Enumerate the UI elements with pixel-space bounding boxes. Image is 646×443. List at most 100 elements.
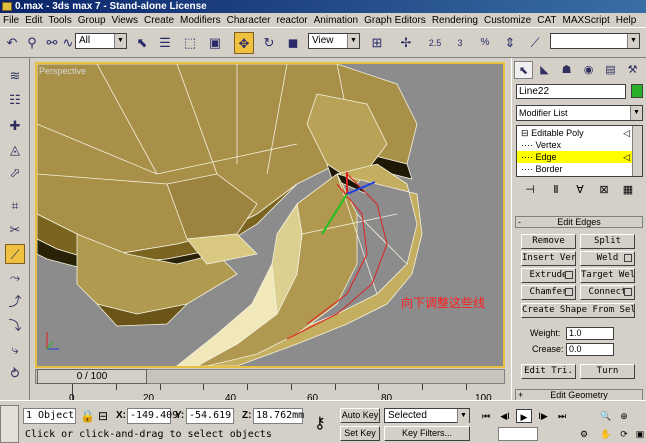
viewport-label[interactable]: Perspective (39, 66, 86, 76)
stack-item-editable-poly[interactable]: ⊟ Editable Poly ◁ (517, 127, 632, 139)
menu-edit[interactable]: Edit (22, 13, 45, 28)
y-coordinate-field[interactable]: -54.619 (186, 408, 234, 424)
select-and-rotate-icon[interactable]: ↻ (259, 32, 279, 54)
menu-help[interactable]: Help (613, 13, 640, 28)
object-name-field[interactable]: Line22 (516, 84, 626, 99)
create-tab-icon[interactable]: ⬉ (514, 61, 533, 79)
make-unique-icon[interactable]: ∀ (572, 182, 588, 198)
select-and-scale-icon[interactable]: ◼ (283, 32, 303, 54)
select-tool-icon[interactable]: ◬ (5, 140, 25, 160)
menu-character[interactable]: Character (224, 13, 274, 28)
menu-group[interactable]: Group (75, 13, 109, 28)
menu-maxscript[interactable]: MAXScript (559, 13, 612, 28)
named-selection-dropdown[interactable]: ▼ (550, 33, 640, 49)
weld-button[interactable]: Weld (580, 251, 635, 266)
x-coordinate-field[interactable]: -149.409 (127, 408, 178, 424)
play-icon[interactable]: ▶ (516, 409, 532, 423)
time-slider-thumb[interactable]: 0 / 100 (37, 369, 147, 384)
layer-stack-icon[interactable]: ☷ (5, 90, 25, 110)
remove-modifier-icon[interactable]: ⊠ (596, 182, 612, 198)
connect-settings-icon[interactable] (624, 288, 632, 296)
go-to-end-icon[interactable]: ⏭ (554, 409, 570, 423)
pin-stack-icon[interactable]: ⊣ (522, 182, 538, 198)
lock-selection-icon[interactable]: 🔒 (80, 409, 95, 423)
paint-select-icon[interactable]: ⬀ (5, 163, 25, 183)
menu-file[interactable]: File (0, 13, 22, 28)
pan-icon[interactable]: ✋ (598, 427, 614, 441)
set-key-button[interactable]: Set Key (340, 426, 380, 441)
modifier-list-dropdown[interactable]: Modifier List ▼ (516, 105, 643, 121)
snap-toggle-icon[interactable]: 2.5 (425, 32, 445, 54)
key-mode-dropdown[interactable]: Selected ▼ (384, 408, 470, 423)
extrude-settings-icon[interactable] (565, 271, 573, 279)
layers-icon[interactable]: ≋ (5, 66, 25, 86)
undo-icon[interactable]: ↶ (2, 32, 22, 54)
menu-reactor[interactable]: reactor (274, 13, 311, 28)
stack-item-border[interactable]: ···· Border (517, 163, 632, 175)
auto-key-button[interactable]: Auto Key (340, 408, 380, 423)
menu-views[interactable]: Views (109, 13, 142, 28)
grid-icon[interactable]: ⌗ (5, 196, 25, 216)
menu-rendering[interactable]: Rendering (429, 13, 481, 28)
chamfer-tool-icon[interactable]: ⤵ (5, 316, 25, 336)
maximize-viewport-icon[interactable]: ▣ (632, 427, 646, 441)
viewport[interactable]: Perspective 向下调整这些线 (35, 62, 505, 368)
remove-button[interactable]: Remove (521, 234, 576, 249)
connect-tool-icon[interactable]: ⤷ (5, 340, 25, 360)
z-coordinate-field[interactable]: 18.762mm (253, 408, 304, 424)
select-object-icon[interactable]: ⬉ (132, 32, 152, 54)
motion-tab-icon[interactable]: ◉ (579, 61, 598, 79)
edge-tool-icon[interactable]: ⟋ (5, 244, 25, 264)
arc-rotate-icon[interactable]: ⟳ (616, 427, 632, 441)
menu-create[interactable]: Create (141, 13, 177, 28)
chamfer-settings-icon[interactable] (565, 288, 573, 296)
select-and-move-icon[interactable]: ✥ (234, 32, 254, 54)
menu-animation[interactable]: Animation (311, 13, 361, 28)
edit-edges-rollout-header[interactable]: - Edit Edges (515, 216, 643, 228)
current-frame-field[interactable] (498, 427, 538, 441)
stack-scrollbar[interactable] (632, 126, 642, 176)
target-weld-button[interactable]: Target Weld (580, 268, 635, 283)
bridge-tool-icon[interactable]: ⤳ (5, 268, 25, 288)
turn-button[interactable]: Turn (580, 364, 635, 379)
show-end-result-icon[interactable]: Ⅱ (548, 182, 564, 198)
stack-item-vertex[interactable]: ···· Vertex (517, 139, 632, 151)
window-crossing-icon[interactable]: ▣ (205, 32, 225, 54)
hierarchy-tab-icon[interactable]: ☗ (557, 61, 576, 79)
selection-filter-dropdown[interactable]: All ▼ (75, 33, 127, 49)
absolute-mode-icon[interactable]: ⊟ (98, 409, 108, 423)
create-shape-button[interactable]: Create Shape From Selection (521, 303, 635, 318)
select-manipulate-icon[interactable]: ✢ (396, 32, 416, 54)
menu-cat[interactable]: CAT (534, 13, 559, 28)
loop-tool-icon[interactable]: ⥁ (5, 364, 25, 384)
menu-tools[interactable]: Tools (45, 13, 74, 28)
spinner-snap-icon[interactable]: ⇕ (500, 32, 520, 54)
menu-graph-editors[interactable]: Graph Editors (361, 13, 429, 28)
maxscript-listener-strip[interactable] (0, 405, 19, 443)
link-icon[interactable]: ⚲ (22, 32, 42, 54)
utilities-tab-icon[interactable]: ⚒ (623, 61, 642, 79)
split-button[interactable]: Split (580, 234, 635, 249)
connect-button[interactable]: Connect (580, 285, 635, 300)
plus-icon[interactable]: ✚ (5, 116, 25, 136)
cut-tool-icon[interactable]: ✂ (5, 220, 25, 240)
display-tab-icon[interactable]: ▤ (601, 61, 620, 79)
next-frame-icon[interactable]: Ⅰ▶ (535, 409, 551, 423)
weld-settings-icon[interactable] (624, 254, 632, 262)
select-by-name-icon[interactable]: ☰ (155, 32, 175, 54)
named-selection-icon[interactable]: ⟋ (525, 32, 545, 54)
insert-vertex-button[interactable]: Insert Vertex (521, 251, 576, 266)
angle-snap-icon[interactable]: 3 (450, 32, 470, 54)
key-filters-button[interactable]: Key Filters... (384, 426, 470, 441)
previous-frame-icon[interactable]: ◀Ⅰ (497, 409, 513, 423)
menu-customize[interactable]: Customize (481, 13, 534, 28)
percent-snap-icon[interactable]: % (475, 32, 495, 54)
rectangular-selection-icon[interactable]: ⬚ (180, 32, 200, 54)
stack-item-edge[interactable]: ···· Edge ◁ (517, 151, 632, 163)
pivot-center-icon[interactable]: ⊞ (367, 32, 387, 54)
extrude-tool-icon[interactable]: ⤴ (5, 292, 25, 312)
object-color-swatch[interactable] (631, 84, 643, 98)
zoom-icon[interactable]: 🔍 (598, 409, 614, 423)
extrude-button[interactable]: Extrude (521, 268, 576, 283)
zoom-all-icon[interactable]: ⊕ (616, 409, 632, 423)
